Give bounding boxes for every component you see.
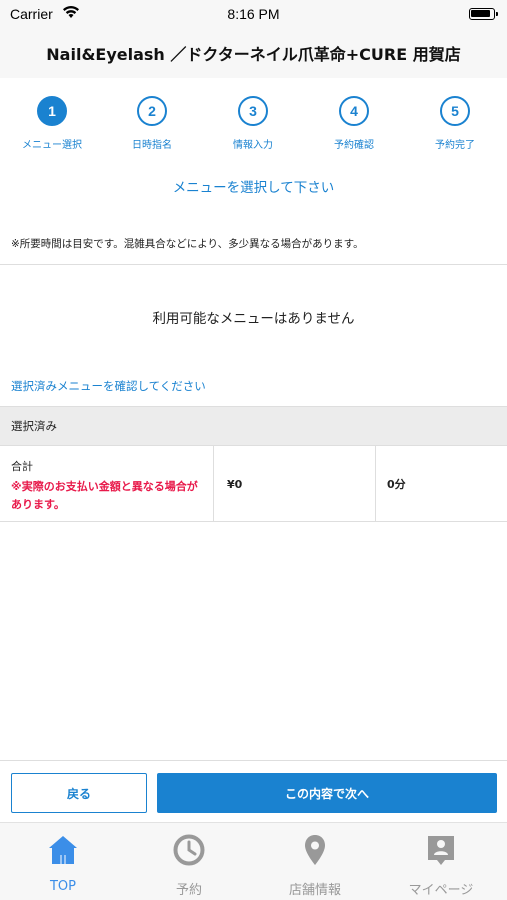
profile-icon <box>428 836 454 865</box>
page-title: Nail&Eyelash ／ドクターネイル爪革命+CURE 用賀店 <box>46 45 461 64</box>
action-bar: 戻る この内容で次へ <box>0 760 507 822</box>
tab-label: 予約 <box>175 883 202 898</box>
payment-warning: ※実際のお支払い金額と異なる場合があります。 <box>11 480 198 511</box>
progress-steps: 1 メニュー選択 2 日時指名 3 情報入力 4 予約確認 5 予約完了 <box>0 96 507 156</box>
tab-reservation[interactable]: 予約 <box>126 823 252 900</box>
tab-label: マイページ <box>408 883 474 898</box>
step-label: メニュー選択 <box>22 140 82 151</box>
step-number: 1 <box>37 96 67 126</box>
step-label: 日時指名 <box>132 140 172 151</box>
location-pin-icon <box>305 835 325 865</box>
duration-note: ※所要時間は目安です。混雑具合などにより、多少異なる場合があります。 <box>11 238 364 250</box>
status-bar: Carrier 8:16 PM <box>0 0 507 28</box>
step-label: 予約確認 <box>334 140 374 151</box>
step-number: 4 <box>339 96 369 126</box>
step-label: 予約完了 <box>435 140 475 151</box>
tab-label: TOP <box>49 879 76 894</box>
next-button[interactable]: この内容で次へ <box>157 773 497 813</box>
home-icon <box>49 836 77 864</box>
total-duration: 0分 <box>387 478 406 491</box>
tab-bar: TOP 予約 店舗情報 マイページ <box>0 822 507 900</box>
step-date-staff: 2 日時指名 <box>102 96 202 151</box>
clock-icon <box>173 834 205 866</box>
selected-section-heading: 選択済み <box>0 406 507 446</box>
tab-mypage[interactable]: マイページ <box>378 823 504 900</box>
total-label: 合計 <box>11 460 33 473</box>
step-menu-select: 1 メニュー選択 <box>2 96 102 151</box>
nav-header: Nail&Eyelash ／ドクターネイル爪革命+CURE 用賀店 <box>0 28 507 78</box>
step-number: 3 <box>238 96 268 126</box>
tab-top[interactable]: TOP <box>0 823 126 900</box>
back-button[interactable]: 戻る <box>11 773 147 813</box>
select-menu-prompt: メニューを選択して下さい <box>172 180 335 196</box>
step-label: 情報入力 <box>233 140 273 151</box>
clock-time: 8:16 PM <box>227 6 280 22</box>
tab-label: 店舗情報 <box>288 883 341 898</box>
total-row: 合計 ※実際のお支払い金額と異なる場合があります。 ¥0 0分 <box>0 446 507 522</box>
step-complete: 5 予約完了 <box>405 96 505 151</box>
total-label-cell: 合計 ※実際のお支払い金額と異なる場合があります。 <box>0 446 214 522</box>
total-price: ¥0 <box>214 446 376 522</box>
step-number: 2 <box>137 96 167 126</box>
step-info-input: 3 情報入力 <box>203 96 303 151</box>
selected-heading-text: 選択済み <box>11 419 57 433</box>
battery-icon <box>469 8 498 20</box>
step-confirm: 4 予約確認 <box>304 96 404 151</box>
step-number: 5 <box>440 96 470 126</box>
empty-menu-message: 利用可能なメニューはありません <box>152 311 355 327</box>
check-selected-link[interactable]: 選択済みメニューを確認してください <box>11 378 206 394</box>
divider <box>0 264 507 265</box>
tab-store-info[interactable]: 店舗情報 <box>252 823 378 900</box>
